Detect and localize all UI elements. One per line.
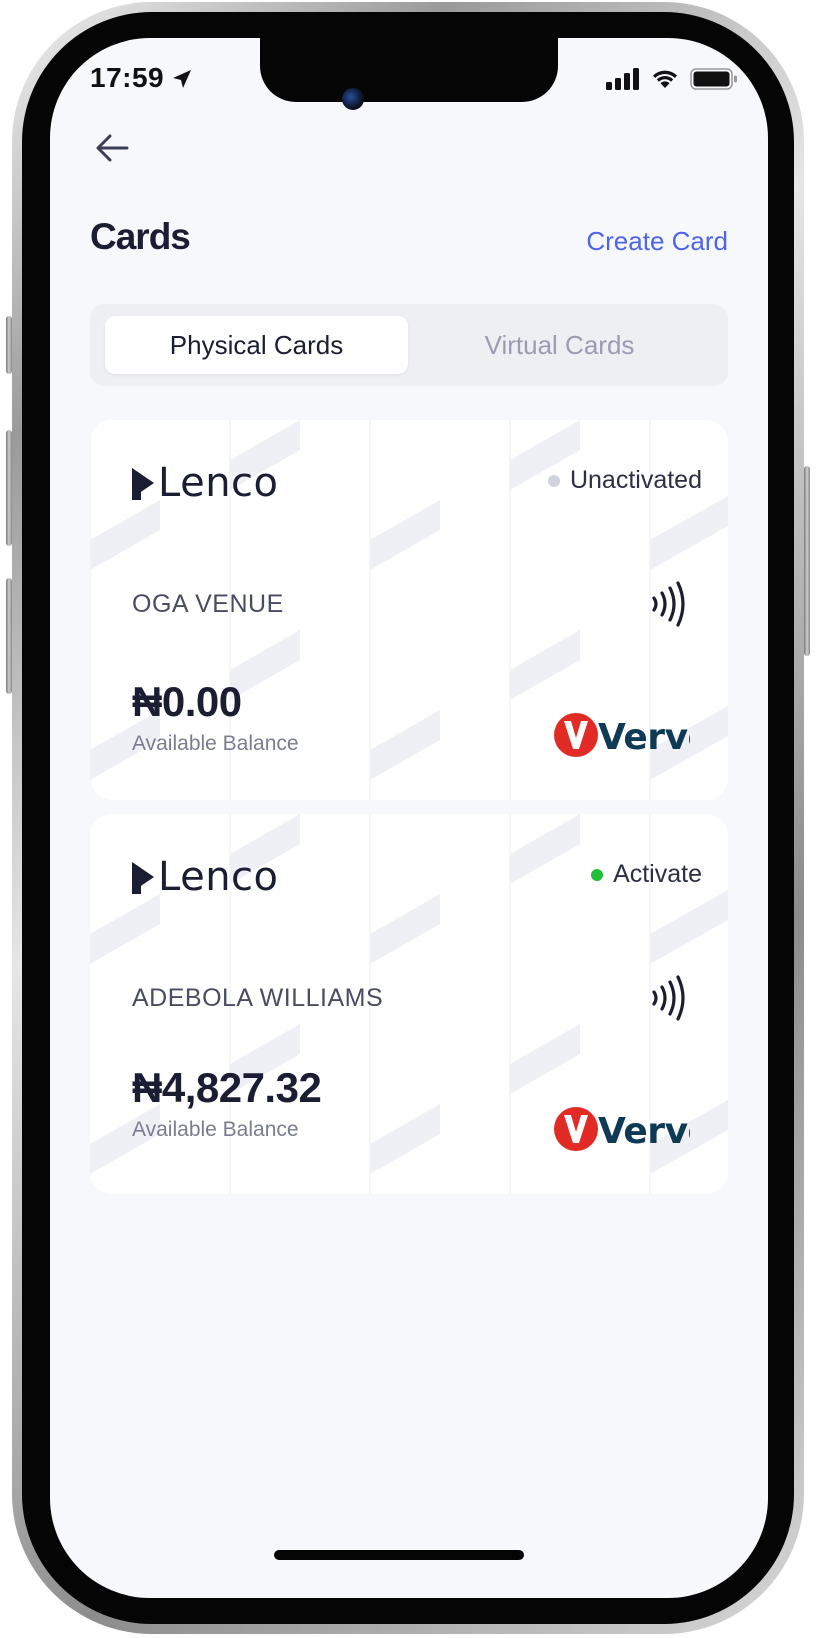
card-brand: Lenco (158, 854, 279, 900)
status-label: Activate (613, 860, 702, 888)
verve-logo: Verve (554, 713, 690, 758)
arrow-left-icon (96, 134, 129, 162)
card-network: Verve (598, 1111, 690, 1152)
notch (260, 38, 558, 102)
card-balance: ₦4,827.32 (132, 1064, 322, 1111)
tab-virtual-cards[interactable]: Virtual Cards (408, 316, 711, 374)
balance-label: Available Balance (132, 1118, 299, 1141)
front-camera (342, 88, 364, 110)
card-type-tabs: Physical Cards Virtual Cards (90, 304, 728, 386)
battery-icon (690, 68, 737, 90)
card-brand: Lenco (158, 460, 279, 506)
card-network: Verve (598, 717, 690, 758)
status-time: 17:59 (90, 62, 165, 93)
volume-up-button (6, 430, 12, 546)
card-status: Unactivated (547, 466, 702, 495)
card-holder-name: OGA VENUE (132, 590, 284, 618)
power-button (804, 466, 810, 656)
status-dot (547, 474, 560, 487)
cellular-signal-icon (606, 68, 639, 90)
volume-down-button (6, 578, 12, 694)
location-arrow-icon (173, 70, 191, 88)
wifi-icon (653, 70, 677, 88)
card-item[interactable]: Lenco Unactivated OGA VENUE ₦0.00 Availa… (90, 420, 728, 800)
lenco-logo: Lenco (132, 854, 279, 900)
page-title: Cards (90, 216, 191, 257)
contactless-icon (652, 581, 685, 627)
card-status: Activate (591, 860, 702, 889)
back-button[interactable] (90, 126, 134, 170)
status-label: Unactivated (569, 466, 702, 494)
status-icons (606, 68, 738, 90)
balance-label: Available Balance (132, 732, 299, 755)
contactless-icon (652, 975, 685, 1021)
create-card-button[interactable]: Create Card (586, 226, 728, 257)
lenco-mark-icon (132, 862, 154, 894)
tab-physical-cards[interactable]: Physical Cards (105, 316, 408, 374)
screen: 17:59 Cards Create Card Physical Cards V… (50, 38, 768, 1598)
mute-switch (6, 316, 12, 374)
lenco-logo: Lenco (132, 460, 279, 506)
card-item[interactable]: Lenco Activate ADEBOLA WILLIAMS ₦4,827.3… (90, 814, 728, 1194)
lenco-mark-icon (132, 468, 154, 500)
card-holder-name: ADEBOLA WILLIAMS (132, 984, 384, 1012)
card-balance: ₦0.00 (132, 678, 242, 725)
status-dot (591, 868, 604, 881)
verve-logo: Verve (554, 1107, 690, 1152)
home-indicator[interactable] (274, 1550, 524, 1560)
